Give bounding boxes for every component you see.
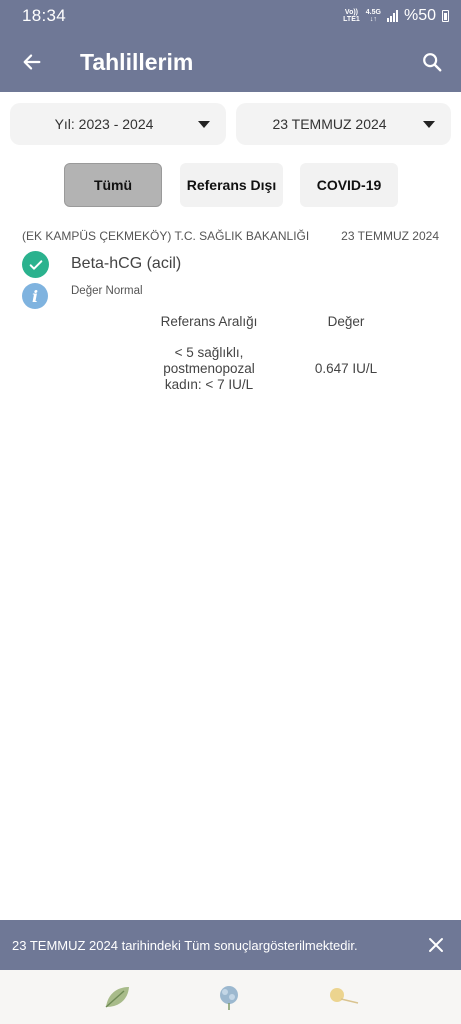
chevron-down-icon: [423, 120, 435, 128]
info-icon: i: [22, 283, 48, 309]
signal-icon: [386, 10, 398, 22]
year-dropdown[interactable]: Yıl: 2023 - 2024: [10, 103, 226, 145]
tab-all[interactable]: Tümü: [64, 163, 162, 207]
result-date: 23 TEMMUZ 2024: [341, 229, 439, 243]
snackbar-message: 23 TEMMUZ 2024 tarihindeki Tüm sonuçlarg…: [12, 937, 358, 953]
check-icon: [22, 251, 49, 278]
tab-out-of-reference-label: Referans Dışı: [186, 177, 277, 193]
status-bar: 18:34 Vo)) LTE1 4.5G ↓↑ %50: [0, 0, 461, 32]
bottom-bar: [0, 970, 461, 1024]
network-gen-indicator: 4.5G ↓↑: [365, 9, 381, 23]
date-dropdown-value: 23 TEMMUZ 2024: [272, 116, 387, 132]
year-dropdown-value: Yıl: 2023 - 2024: [54, 116, 154, 132]
result-value: 0.647 IU/L: [314, 361, 378, 376]
battery-percent: %50: [403, 7, 436, 24]
value-header: Değer: [327, 314, 365, 329]
app-bar: Tahlillerim: [0, 32, 461, 92]
snackbar-close-button[interactable]: [411, 920, 461, 970]
page-title: Tahlillerim: [80, 48, 194, 75]
reference-range-header: Referans Aralığı: [160, 314, 258, 329]
reference-range-value: < 5 sağlıklı, postmenopozal kadın: < 7 I…: [163, 345, 255, 392]
tab-out-of-reference[interactable]: Referans Dışı: [180, 163, 283, 207]
leaf-icon: [105, 987, 129, 1008]
arrow-left-icon: [23, 54, 41, 70]
chevron-down-icon: [198, 120, 210, 128]
tab-covid-label: COVID-19: [316, 177, 382, 193]
tab-all-label: Tümü: [93, 177, 133, 193]
snackbar: 23 TEMMUZ 2024 tarihindeki Tüm sonuçlarg…: [0, 920, 461, 970]
result-status: Değer Normal: [71, 285, 143, 297]
search-icon: [423, 53, 442, 72]
volte-indicator: Vo)) LTE1: [343, 9, 360, 23]
date-dropdown[interactable]: 23 TEMMUZ 2024: [236, 103, 451, 145]
search-button[interactable]: [403, 32, 461, 92]
result-header: (EK KAMPÜS ÇEKMEKÖY) T.C. SAĞLIK BAKANLI…: [22, 229, 439, 243]
tab-covid[interactable]: COVID-19: [300, 163, 398, 207]
test-name[interactable]: Beta-hCG (acil): [71, 255, 181, 273]
battery-icon: [442, 10, 449, 22]
institution-name: (EK KAMPÜS ÇEKMEKÖY) T.C. SAĞLIK BAKANLI…: [22, 229, 310, 243]
dandelion-icon: [329, 988, 358, 1004]
status-indicators: Vo)) LTE1 4.5G ↓↑ %50: [343, 7, 449, 25]
status-time: 18:34: [22, 6, 67, 25]
flower-icon: [219, 986, 238, 1010]
back-button[interactable]: [0, 32, 64, 92]
close-icon: [429, 938, 443, 952]
